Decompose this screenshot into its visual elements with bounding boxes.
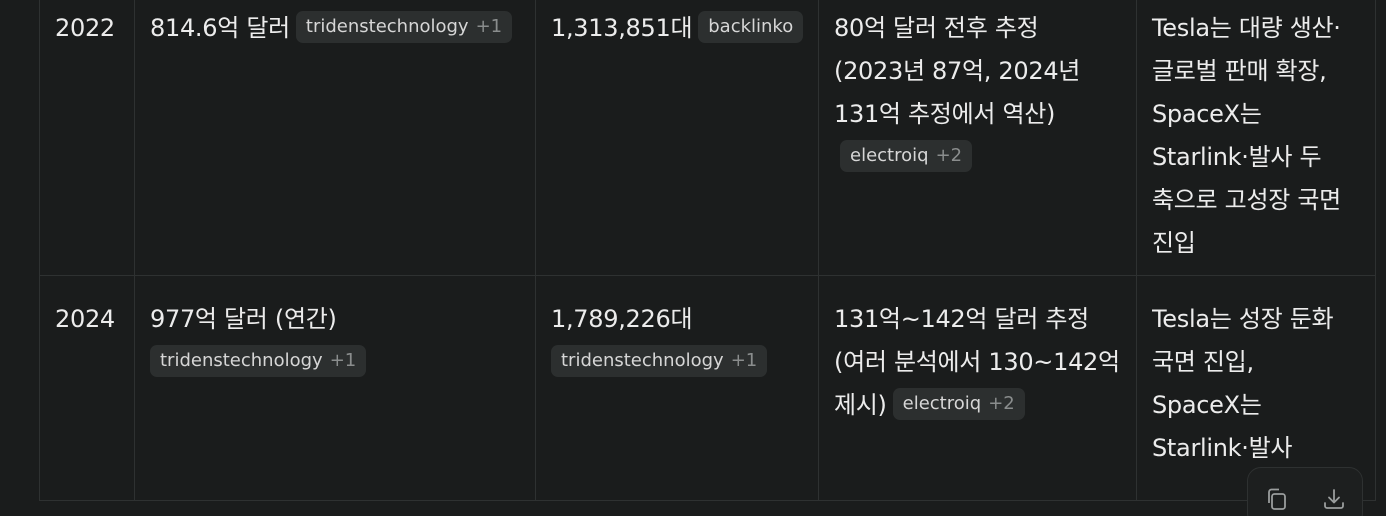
source-chip-label: tridenstechnology <box>561 350 724 371</box>
source-chip-count: +2 <box>988 393 1015 414</box>
units-text: 1,789,226대 <box>551 305 693 333</box>
source-chip-label: tridenstechnology <box>160 350 323 371</box>
source-chip[interactable]: electroiq +2 <box>892 388 1025 420</box>
year-text: 2022 <box>55 14 115 42</box>
note-clip: Tesla는 성장 둔화 국면 진입, SpaceX는 Starlink·발사 … <box>1152 298 1361 473</box>
source-chip[interactable]: tridenstechnology +1 <box>551 345 768 377</box>
units-text: 1,313,851대 <box>551 14 693 42</box>
revenue-text: 814.6억 달러 <box>150 14 290 42</box>
source-chip-label: backlinko <box>708 16 794 37</box>
source-chip-label: tridenstechnology <box>305 16 469 37</box>
source-chip-count: +1 <box>475 16 503 37</box>
source-chip-count: +2 <box>935 145 963 166</box>
source-chip[interactable]: electroiq +2 <box>840 140 973 172</box>
table-row: 2024 977억 달러 (연간) tridenstechnology +1 1,… <box>39 275 1376 501</box>
source-chip-count: +1 <box>730 350 758 371</box>
source-chip[interactable]: backlinko <box>698 11 804 43</box>
source-chip[interactable]: tridenstechnology +1 <box>295 11 513 43</box>
copy-button[interactable] <box>1262 484 1292 514</box>
year-cell: 2022 <box>39 0 135 276</box>
note-text: Tesla는 대량 생산·글로벌 판매 확장, SpaceX는 Starlink… <box>1152 14 1341 257</box>
copy-icon <box>1267 488 1286 510</box>
table-action-bar <box>1247 467 1363 516</box>
download-icon <box>1323 489 1344 509</box>
download-button[interactable] <box>1319 484 1349 514</box>
units-cell: 1,789,226대 tridenstechnology +1 <box>535 275 819 501</box>
note-text: Tesla는 성장 둔화 국면 진입, SpaceX는 Starlink·발사 … <box>1152 305 1334 462</box>
revenue-text: 977억 달러 (연간) <box>150 305 337 333</box>
note-cell: Tesla는 대량 생산·글로벌 판매 확장, SpaceX는 Starlink… <box>1136 0 1376 276</box>
revenue-cell: 814.6억 달러 tridenstechnology +1 <box>134 0 536 276</box>
source-chip-label: electroiq <box>902 393 982 414</box>
comparison-table: 2022 814.6억 달러 tridenstechnology +1 1,313,… <box>39 0 1376 501</box>
estimate-cell: 131억~142억 달러 추정 (여러 분석에서 130~142억 제시) ele… <box>818 275 1137 501</box>
revenue-cell: 977억 달러 (연간) tridenstechnology +1 <box>134 275 536 501</box>
table-row: 2022 814.6억 달러 tridenstechnology +1 1,313,… <box>39 0 1376 276</box>
year-text: 2024 <box>55 305 115 333</box>
year-cell: 2024 <box>39 275 135 501</box>
source-chip-count: +1 <box>329 350 357 371</box>
estimate-cell: 80억 달러 전후 추정 (2023년 87억, 2024년 131억 추정에서… <box>818 0 1137 276</box>
page: 2022 814.6억 달러 tridenstechnology +1 1,313,… <box>0 0 1386 516</box>
units-cell: 1,313,851대 backlinko <box>535 0 819 276</box>
estimate-text: 80억 달러 전후 추정 (2023년 87억, 2024년 131억 추정에서… <box>834 14 1081 128</box>
source-chip-label: electroiq <box>850 145 929 166</box>
source-chip[interactable]: tridenstechnology +1 <box>150 345 367 377</box>
